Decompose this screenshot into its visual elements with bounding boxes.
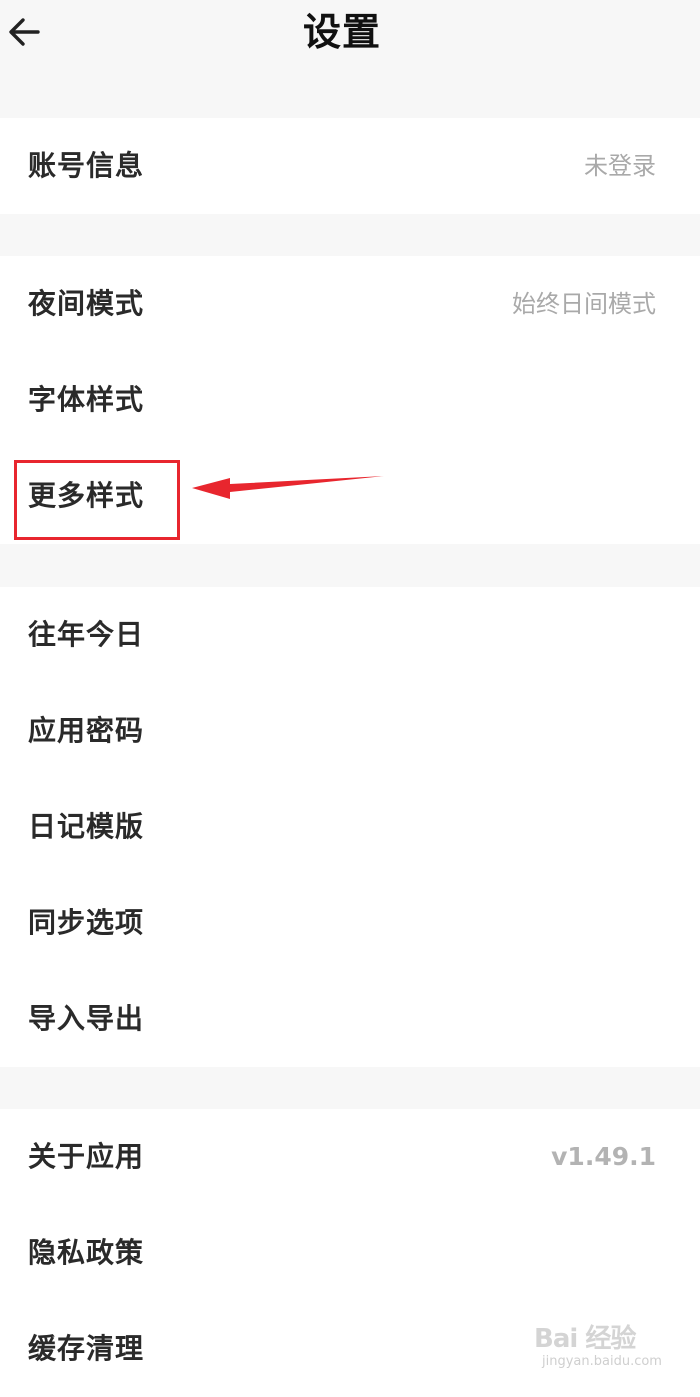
row-value: 始终日间模式 [512,290,656,318]
settings-row-app-password[interactable]: 应用密码 [0,683,700,779]
settings-row-night-mode[interactable]: 夜间模式 始终日间模式 [0,256,700,352]
settings-row-sync-options[interactable]: 同步选项 [0,875,700,971]
row-label: 更多样式 [28,479,145,512]
settings-row-privacy-policy[interactable]: 隐私政策 [0,1205,700,1301]
settings-row-font-style[interactable]: 字体样式 [0,352,700,448]
row-label: 缓存清理 [28,1332,145,1365]
settings-row-on-this-day[interactable]: 往年今日 [0,587,700,683]
row-label: 隐私政策 [28,1236,145,1269]
row-value: 未登录 [584,152,656,180]
row-label: 字体样式 [28,383,145,416]
settings-group-features: 往年今日 应用密码 日记模版 同步选项 导入导出 [0,587,700,1067]
settings-row-import-export[interactable]: 导入导出 [0,971,700,1067]
page-title: 设置 [302,10,381,54]
settings-row-clear-cache[interactable]: 缓存清理 [0,1301,700,1397]
row-label: 应用密码 [28,714,145,747]
settings-row-more-styles[interactable]: 更多样式 [0,448,700,544]
row-label: 往年今日 [28,618,145,651]
row-label: 夜间模式 [28,287,145,320]
settings-row-diary-template[interactable]: 日记模版 [0,779,700,875]
header-bar: 设置 [0,0,700,118]
version-label: v1.49.1 [551,1142,656,1171]
settings-row-account-info[interactable]: 账号信息 未登录 [0,118,700,214]
settings-group-about: 关于应用 v1.49.1 隐私政策 缓存清理 [0,1109,700,1397]
row-label: 日记模版 [28,810,145,843]
row-label: 同步选项 [28,906,145,939]
row-label: 导入导出 [28,1002,145,1035]
settings-group-appearance: 夜间模式 始终日间模式 字体样式 更多样式 [0,256,700,544]
row-label: 关于应用 [28,1140,145,1173]
settings-row-about-app[interactable]: 关于应用 v1.49.1 [0,1109,700,1205]
row-label: 账号信息 [28,149,145,182]
settings-group-account: 账号信息 未登录 [0,118,700,214]
